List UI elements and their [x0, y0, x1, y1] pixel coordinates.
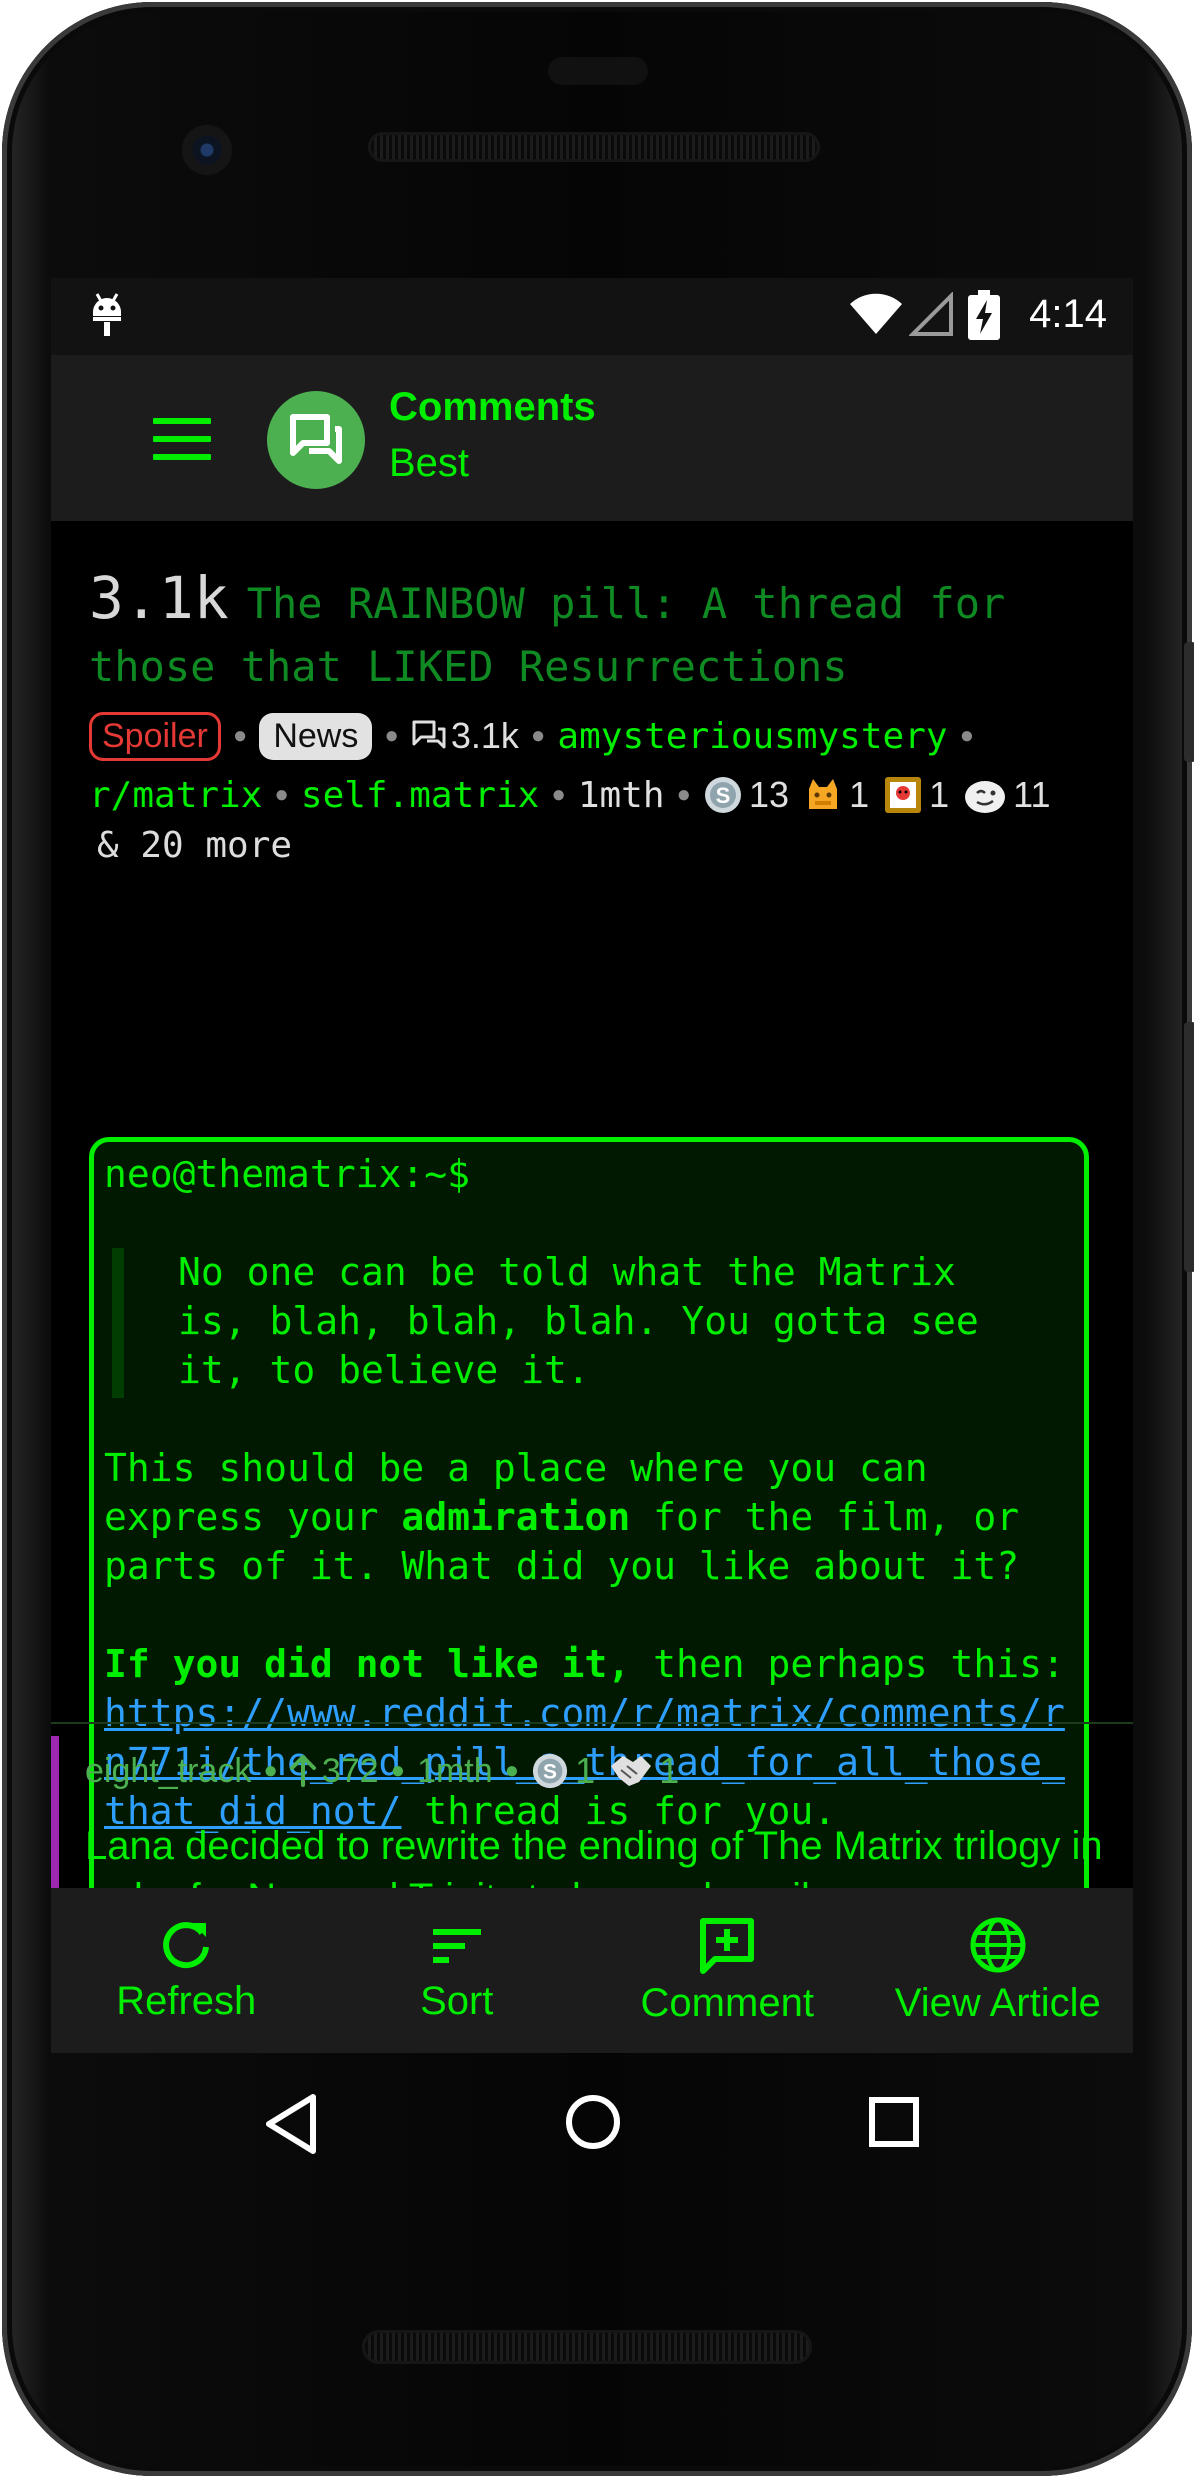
award-count: 1	[659, 1750, 680, 1791]
sort-mode-label[interactable]: Best	[389, 441, 469, 486]
post-author[interactable]: amysteriousmystery	[557, 716, 947, 757]
post-meta-row-2: r/matrix ● self.matrix ● 1mth ● S 13 1 1…	[89, 774, 1051, 816]
system-nav-bar	[51, 2053, 1133, 2203]
more-awards[interactable]: & 20 more	[97, 825, 292, 866]
sort-label: Sort	[420, 1979, 494, 2023]
comment-count: 3.1k	[450, 715, 519, 756]
handshake-award-icon	[611, 1756, 652, 1786]
upvote-arrow-icon	[289, 1755, 316, 1787]
comment-age: 1mth	[417, 1751, 493, 1790]
award-cat: 1	[803, 774, 869, 816]
earpiece-speaker	[368, 132, 820, 162]
award-count: 1	[929, 774, 950, 815]
paragraph-1: This should be a place where you can exp…	[104, 1446, 1020, 1588]
award-wink: 11	[963, 774, 1051, 816]
comment-meta: eight_track ● 372 ● 1mth ● S 1 1	[85, 1750, 680, 1792]
home-icon[interactable]	[564, 2093, 622, 2151]
bottom-action-bar: Refresh Sort Comment View Article	[51, 1888, 1133, 2053]
silver-award-icon: S	[705, 777, 742, 813]
cat-award-icon	[809, 779, 838, 809]
comment-score: 372	[321, 1751, 379, 1790]
volume-button	[1184, 642, 1194, 762]
app-bar-title: Comments	[389, 385, 596, 429]
recent-apps-icon[interactable]	[868, 2096, 920, 2148]
wink-award-icon	[965, 781, 1006, 813]
sort-icon	[432, 1929, 481, 1963]
subreddit-link[interactable]: r/matrix	[89, 775, 262, 816]
svg-text:S: S	[543, 1761, 557, 1784]
post-meta-row-1: Spoiler ● News ● 3.1k ● amysteriousmyste…	[89, 706, 1119, 766]
frame-award-icon	[885, 777, 922, 813]
refresh-label: Refresh	[116, 1979, 257, 2023]
view-article-button[interactable]: View Article	[863, 1888, 1134, 2053]
post-age: 1mth	[577, 774, 665, 816]
comment-button[interactable]: Comment	[592, 1888, 863, 2053]
award-count: 11	[1013, 774, 1051, 815]
spoiler-flair: Spoiler	[89, 711, 221, 761]
post-score: 3.1k	[89, 564, 229, 632]
comment-award-handshake: 1	[609, 1750, 679, 1792]
top-sensor	[548, 57, 648, 85]
refresh-button[interactable]: Refresh	[51, 1888, 322, 2053]
front-camera	[182, 125, 232, 175]
comments-avatar	[267, 391, 365, 489]
comment-label: Comment	[640, 1981, 814, 2025]
svg-text:S: S	[716, 783, 731, 808]
blockquote: No one can be told what the Matrix is, b…	[112, 1248, 1076, 1398]
bottom-speaker	[362, 2330, 812, 2364]
view-article-label: View Article	[894, 1981, 1101, 2025]
cellular-signal-icon	[909, 292, 953, 336]
android-debug-icon	[93, 293, 121, 336]
award-silver: S 13	[703, 774, 789, 816]
power-button	[1184, 1022, 1194, 1272]
award-count: 1	[575, 1750, 596, 1791]
award-count: 13	[749, 774, 790, 815]
back-icon[interactable]	[263, 2093, 319, 2155]
globe-icon	[970, 1917, 1026, 1973]
screen: 4:14 Comments Best 3.1k The RAINBOW pill:…	[51, 278, 1133, 2053]
battery-charging-icon	[968, 290, 1000, 340]
app-bar: Comments Best	[51, 355, 1133, 521]
add-comment-icon	[700, 1918, 755, 1974]
silver-award-icon: S	[533, 1753, 568, 1789]
post-title-row[interactable]: 3.1k The RAINBOW pill: A thread for those…	[89, 569, 1109, 703]
wifi-icon	[850, 293, 902, 334]
terminal-prompt: neo@thematrix:~$	[104, 1152, 471, 1196]
clock: 4:14	[1029, 292, 1107, 336]
comment-award-silver: S 1	[531, 1750, 595, 1792]
post-domain[interactable]: self.matrix	[301, 775, 539, 816]
award-frame: 1	[883, 774, 949, 816]
comment-author[interactable]: eight_track	[85, 1752, 251, 1791]
forum-icon	[290, 414, 342, 464]
news-flair: News	[259, 712, 373, 760]
refresh-icon	[163, 1922, 210, 1969]
award-count: 1	[849, 774, 870, 815]
menu-icon[interactable]	[153, 418, 211, 460]
sort-button[interactable]: Sort	[322, 1888, 593, 2053]
comments-icon	[412, 720, 446, 749]
status-bar: 4:14	[51, 278, 1133, 355]
